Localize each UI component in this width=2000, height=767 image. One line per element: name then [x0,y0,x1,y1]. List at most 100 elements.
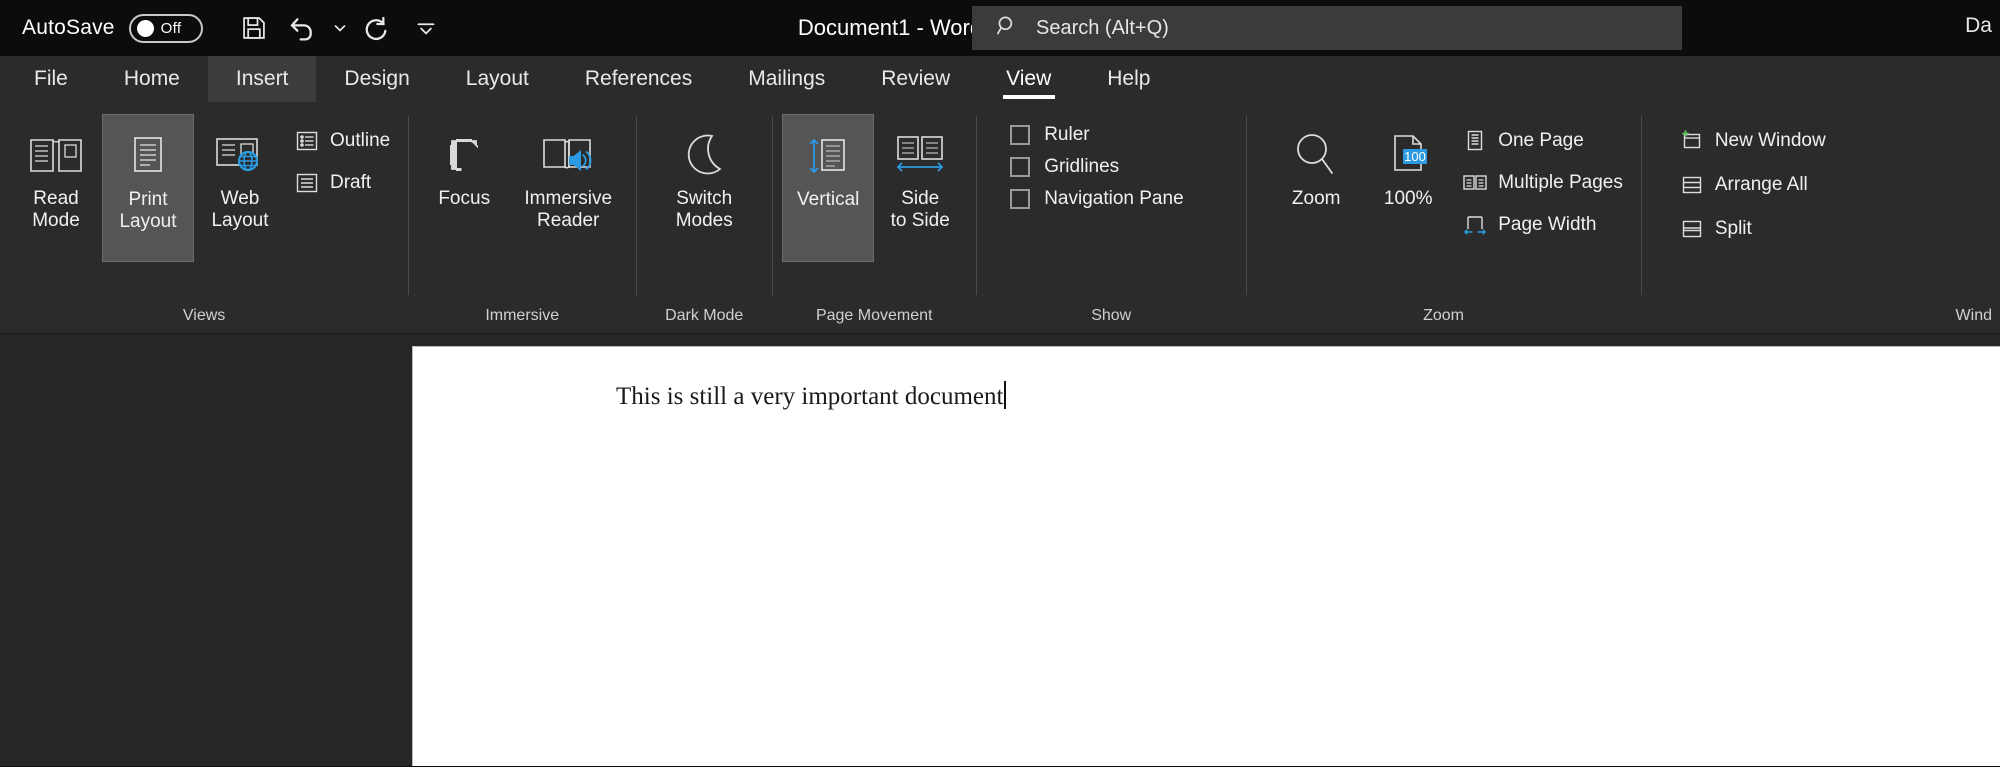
navigation-pane-label: Navigation Pane [1044,188,1184,209]
dark-mode-group-label: Dark Mode [665,307,744,324]
zoom-small-buttons: One Page Multiple Pages Page Width [1454,114,1631,244]
tab-home[interactable]: Home [96,56,208,102]
one-page-icon [1462,129,1488,153]
autosave-label: AutoSave [22,16,115,39]
account-name-label[interactable]: Da [1965,14,1992,38]
zoom-100-percent-label: 100% [1383,188,1433,209]
ribbon-group-dark-mode: Switch Modes Dark Mode [636,102,772,333]
tab-view[interactable]: View [978,56,1079,102]
undo-chevron-down-icon[interactable] [329,7,351,49]
print-layout-label: Print Layout [119,189,177,233]
web-layout-button[interactable]: Web Layout [194,114,286,262]
ruler-checkbox[interactable] [1010,125,1031,145]
tab-layout[interactable]: Layout [438,56,557,102]
autosave-toggle-knob [136,19,154,37]
draft-icon [294,171,320,195]
undo-icon[interactable] [281,7,323,49]
focus-icon [438,122,490,188]
tab-references[interactable]: References [557,56,720,102]
autosave-control[interactable]: AutoSave Off [22,13,203,43]
autosave-toggle-switch[interactable]: Off [128,13,203,43]
split-label: Split [1714,218,1752,239]
search-input[interactable]: Search (Alt+Q) [972,6,1682,50]
tab-review[interactable]: Review [853,56,978,102]
draft-label: Draft [330,172,372,193]
arrange-all-button[interactable]: Arrange All [1671,166,1834,204]
print-layout-button[interactable]: Print Layout [102,114,194,262]
one-page-label: One Page [1498,130,1584,151]
immersive-reader-icon [538,122,598,188]
read-mode-button[interactable]: Read Mode [10,114,102,262]
gridlines-checkbox[interactable] [1010,157,1031,177]
autosave-state-label: Off [160,19,182,37]
arrange-all-icon [1679,173,1705,197]
ribbon: Read Mode Print Layout Web Layout Outlin… [0,102,2000,334]
ribbon-group-zoom: Zoom 100 100% One Page Multiple Pages Pa… [1246,102,1641,333]
page-width-label: Page Width [1498,214,1597,235]
page-title: Document1 - Word [797,15,983,40]
zoom-button[interactable]: Zoom [1270,114,1362,262]
text-cursor [1004,381,1007,409]
side-to-side-button[interactable]: Side to Side [874,114,966,262]
side-to-side-icon [892,122,948,188]
customize-quick-access-toolbar-icon[interactable] [405,7,447,49]
web-layout-label: Web Layout [211,188,269,232]
side-to-side-label: Side to Side [890,188,950,232]
outline-button[interactable]: Outline [286,122,398,160]
vertical-button[interactable]: Vertical [782,114,875,262]
moon-icon [678,122,730,188]
show-checkbox-list: Ruler Gridlines Navigation Pane [1006,114,1187,210]
ribbon-group-views: Read Mode Print Layout Web Layout Outlin… [0,102,408,333]
one-page-button[interactable]: One Page [1454,122,1631,160]
ribbon-group-page-movement: Vertical Side to Side Page Movement [772,102,976,333]
focus-label: Focus [438,188,491,209]
redo-icon[interactable] [357,7,399,49]
views-small-buttons: Outline Draft [286,114,398,202]
navigation-pane-checkbox-row[interactable]: Navigation Pane [1006,188,1187,210]
new-window-button[interactable]: New Window [1671,122,1834,160]
document-body-text-wrapper[interactable]: This is still a very important document [616,381,1007,411]
page-movement-group-label: Page Movement [815,307,933,324]
save-icon[interactable] [233,7,275,49]
draft-button[interactable]: Draft [286,164,398,202]
page-width-button[interactable]: Page Width [1454,206,1631,244]
outline-label: Outline [330,130,391,151]
window-group-label: Wind [1955,307,1992,324]
outline-icon [294,129,320,153]
zoom-100-percent-button[interactable]: 100 100% [1362,114,1454,262]
new-window-icon [1679,129,1705,153]
immersive-reader-label: Immersive Reader [524,188,613,232]
document-page[interactable]: This is still a very important document [412,346,2000,766]
tab-help[interactable]: Help [1079,56,1178,102]
tab-file[interactable]: File [6,56,96,102]
navigation-pane-checkbox[interactable] [1010,189,1031,209]
search-icon [994,13,1020,44]
gridlines-checkbox-row[interactable]: Gridlines [1006,156,1187,178]
page-width-icon [1462,213,1488,237]
show-group-label: Show [1091,307,1132,324]
multiple-pages-icon [1462,171,1488,195]
ribbon-group-immersive: Focus Immersive Reader Immersive [408,102,636,333]
read-mode-label: Read Mode [32,188,80,232]
arrange-all-label: Arrange All [1714,174,1808,195]
ribbon-group-show: Ruler Gridlines Navigation Pane Show [976,102,1246,333]
svg-text:100: 100 [1404,149,1426,164]
gridlines-label: Gridlines [1044,156,1120,177]
tab-design[interactable]: Design [316,56,437,102]
ribbon-group-window: New Window Arrange All Split Wind [1640,102,2000,333]
multiple-pages-button[interactable]: Multiple Pages [1454,164,1631,202]
vertical-scroll-icon [802,123,854,189]
title-bar: AutoSave Off Document1 - Word Search (Al… [0,0,2000,56]
window-small-buttons: New Window Arrange All Split [1671,114,1834,248]
switch-modes-button[interactable]: Switch Modes [646,114,762,262]
ribbon-tab-strip: File Home Insert Design Layout Reference… [0,56,2000,102]
zoom-label: Zoom [1291,188,1341,209]
immersive-reader-button[interactable]: Immersive Reader [510,114,626,262]
document-body-text: This is still a very important document [616,383,1004,410]
tab-mailings[interactable]: Mailings [720,56,853,102]
split-button[interactable]: Split [1671,210,1834,248]
ruler-checkbox-row[interactable]: Ruler [1006,124,1187,146]
views-group-label: Views [182,307,226,324]
focus-button[interactable]: Focus [418,114,510,262]
tab-insert[interactable]: Insert [207,56,317,102]
